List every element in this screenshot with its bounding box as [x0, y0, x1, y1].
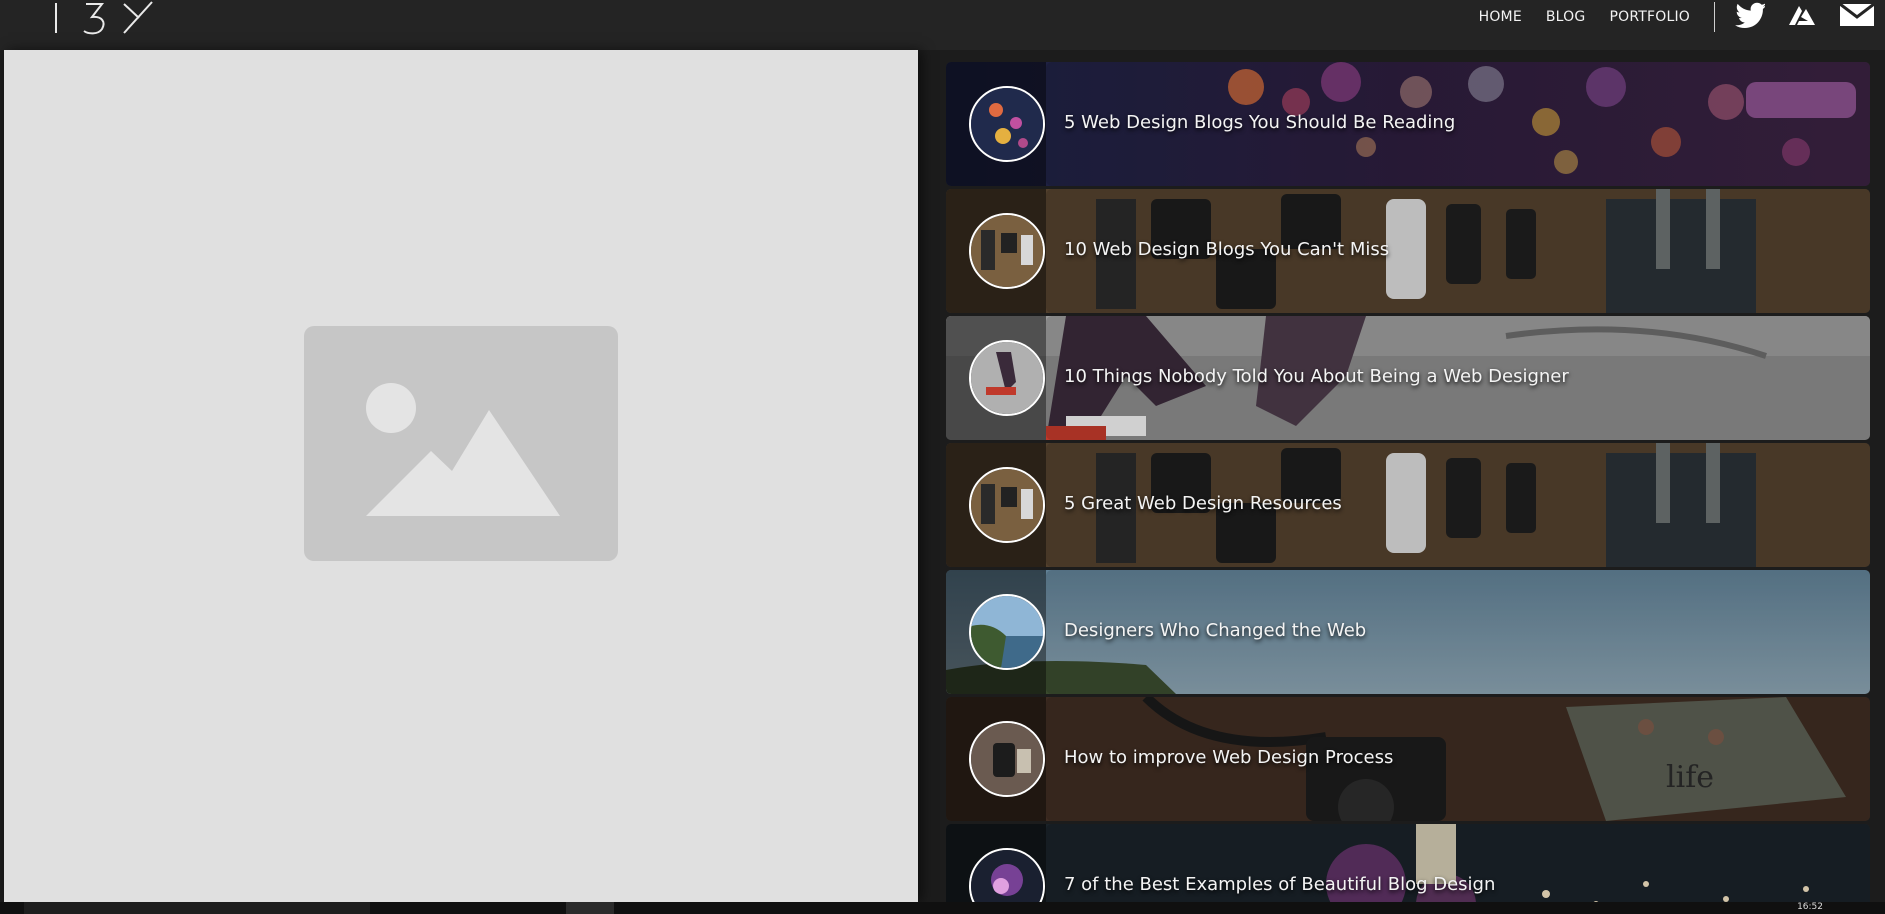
post-item[interactable]: 5 Great Web Design Resources: [946, 443, 1870, 567]
post-thumbnail: [969, 721, 1045, 797]
featured-image-panel: [4, 50, 918, 902]
post-title[interactable]: 5 Web Design Blogs You Should Be Reading: [1064, 112, 1455, 133]
post-title[interactable]: How to improve Web Design Process: [1064, 747, 1393, 768]
post-title[interactable]: 10 Web Design Blogs You Can't Miss: [1064, 239, 1389, 260]
mail-icon[interactable]: [1839, 2, 1875, 31]
main-nav: HOME BLOG PORTFOLIO: [1479, 0, 1885, 34]
nav-blog[interactable]: BLOG: [1546, 9, 1586, 25]
top-bar: HOME BLOG PORTFOLIO: [0, 0, 1885, 50]
post-item[interactable]: Designers Who Changed the Web: [946, 570, 1870, 694]
taskbar-clock: 16:52: [1797, 902, 1823, 912]
image-placeholder-icon: [304, 326, 618, 561]
post-thumbnail: [969, 86, 1045, 162]
post-item[interactable]: 5 Web Design Blogs You Should Be Reading: [946, 62, 1870, 186]
taskbar-app[interactable]: [566, 902, 614, 914]
post-item[interactable]: 10 Things Nobody Told You About Being a …: [946, 316, 1870, 440]
os-taskbar: 16:52: [0, 902, 1885, 914]
post-thumbnail: [969, 340, 1045, 416]
post-title[interactable]: Designers Who Changed the Web: [1064, 620, 1366, 641]
nav-divider: [1714, 2, 1715, 32]
post-thumbnail: [969, 594, 1045, 670]
nav-home[interactable]: HOME: [1479, 9, 1522, 25]
site-logo[interactable]: [44, 0, 164, 40]
post-list: 5 Web Design Blogs You Should Be Reading: [946, 62, 1870, 902]
post-title[interactable]: 5 Great Web Design Resources: [1064, 493, 1342, 514]
post-title[interactable]: 7 of the Best Examples of Beautiful Blog…: [1064, 874, 1495, 895]
post-thumbnail: [969, 213, 1045, 289]
behance-icon[interactable]: [1787, 3, 1817, 31]
post-thumbnail: [969, 467, 1045, 543]
post-item[interactable]: life How to improve Web Design Process: [946, 697, 1870, 821]
post-item[interactable]: 7 of the Best Examples of Beautiful Blog…: [946, 824, 1870, 902]
post-item[interactable]: 10 Web Design Blogs You Can't Miss: [946, 189, 1870, 313]
start-button[interactable]: [24, 902, 370, 914]
post-title[interactable]: 10 Things Nobody Told You About Being a …: [1064, 366, 1569, 387]
twitter-icon[interactable]: [1735, 2, 1767, 32]
nav-portfolio[interactable]: PORTFOLIO: [1609, 9, 1690, 25]
